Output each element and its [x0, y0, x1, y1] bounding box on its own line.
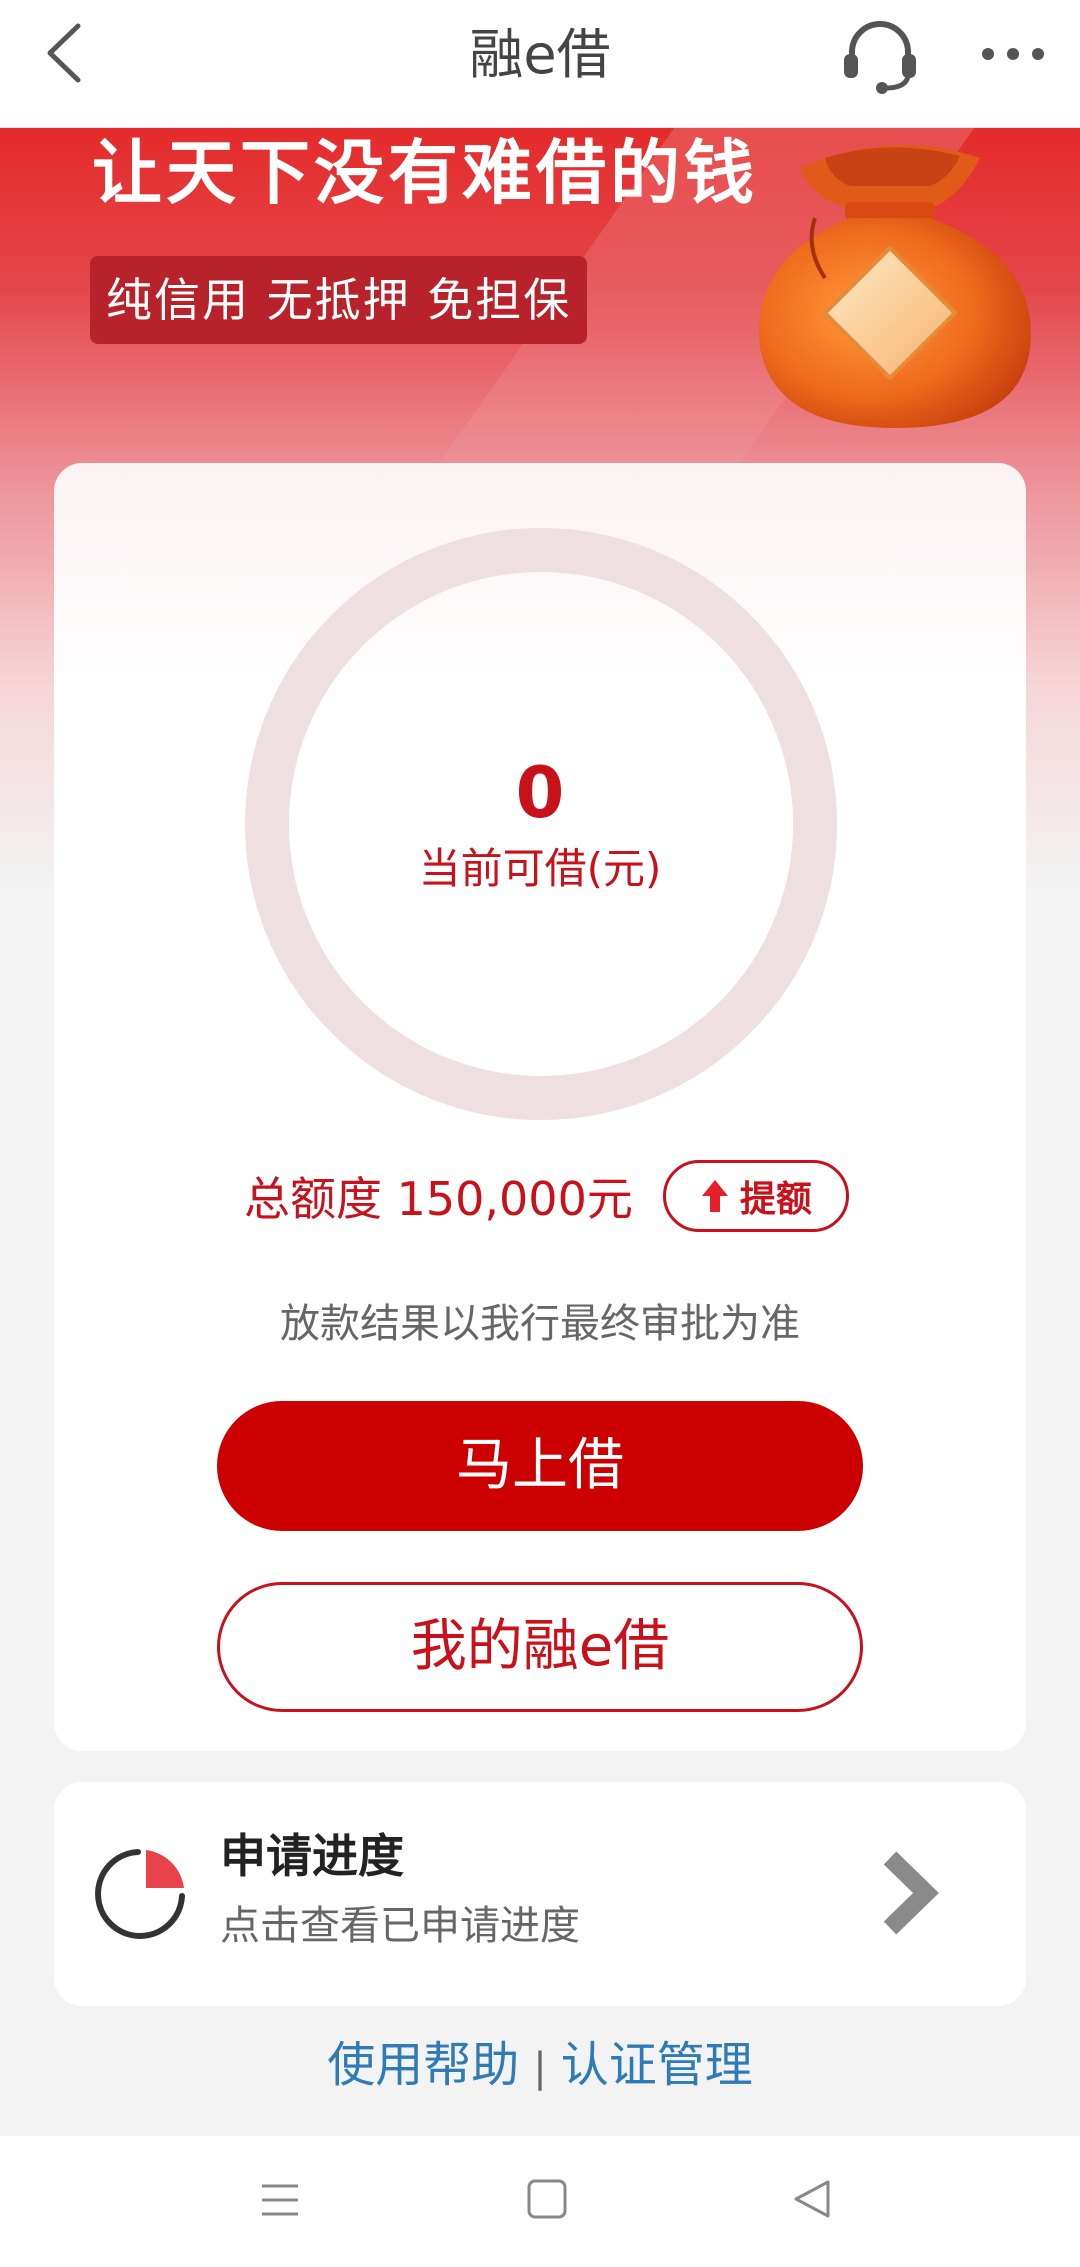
top-nav-bar: 融e借: [0, 0, 1080, 128]
chevron-right-icon: [883, 1851, 939, 1935]
raise-limit-label: 提额: [739, 1179, 812, 1220]
system-nav-bar: [0, 2136, 1080, 2267]
approval-notice: 放款结果以我行最终审批为准: [280, 1301, 800, 1347]
progress-subtitle: 点击查看已申请进度: [220, 1903, 580, 1949]
money-bag-icon: [759, 145, 1031, 428]
total-limit: 总额度 150,000元: [244, 1172, 633, 1226]
arrow-up-icon: [701, 1180, 728, 1212]
back-icon[interactable]: [790, 2176, 834, 2222]
progress-pie-icon: [95, 1849, 185, 1939]
loan-card: 0 当前可借(元) 总额度 150,000元 提额 放款结果以我行最终审批为准 …: [54, 463, 1026, 1751]
available-amount: 0: [515, 752, 565, 834]
headset-icon: [844, 21, 916, 94]
hero-title: 让天下没有难借的钱: [92, 132, 758, 214]
customer-service-button[interactable]: [838, 14, 922, 94]
auth-management-link[interactable]: 认证管理: [561, 2037, 753, 2093]
application-progress-card[interactable]: 申请进度 点击查看已申请进度: [54, 1782, 1026, 2006]
more-icon: [982, 48, 1044, 60]
help-link[interactable]: 使用帮助: [327, 2037, 519, 2093]
hero-tagline: 纯信用 无抵押 免担保: [90, 256, 588, 344]
home-icon[interactable]: [524, 2176, 570, 2222]
more-button[interactable]: [978, 22, 1048, 82]
borrow-now-button[interactable]: 马上借: [217, 1401, 863, 1531]
total-limit-row: 总额度 150,000元 提额: [244, 1158, 849, 1234]
link-separator: |: [533, 2045, 547, 2091]
available-amount-label: 当前可借(元): [418, 844, 662, 893]
raise-limit-button[interactable]: 提额: [662, 1160, 849, 1232]
menu-icon[interactable]: [258, 2178, 302, 2222]
my-loan-button[interactable]: 我的融e借: [217, 1582, 863, 1712]
progress-title: 申请进度: [220, 1829, 404, 1883]
footer-links: 使用帮助 | 认证管理: [0, 2032, 1080, 2101]
